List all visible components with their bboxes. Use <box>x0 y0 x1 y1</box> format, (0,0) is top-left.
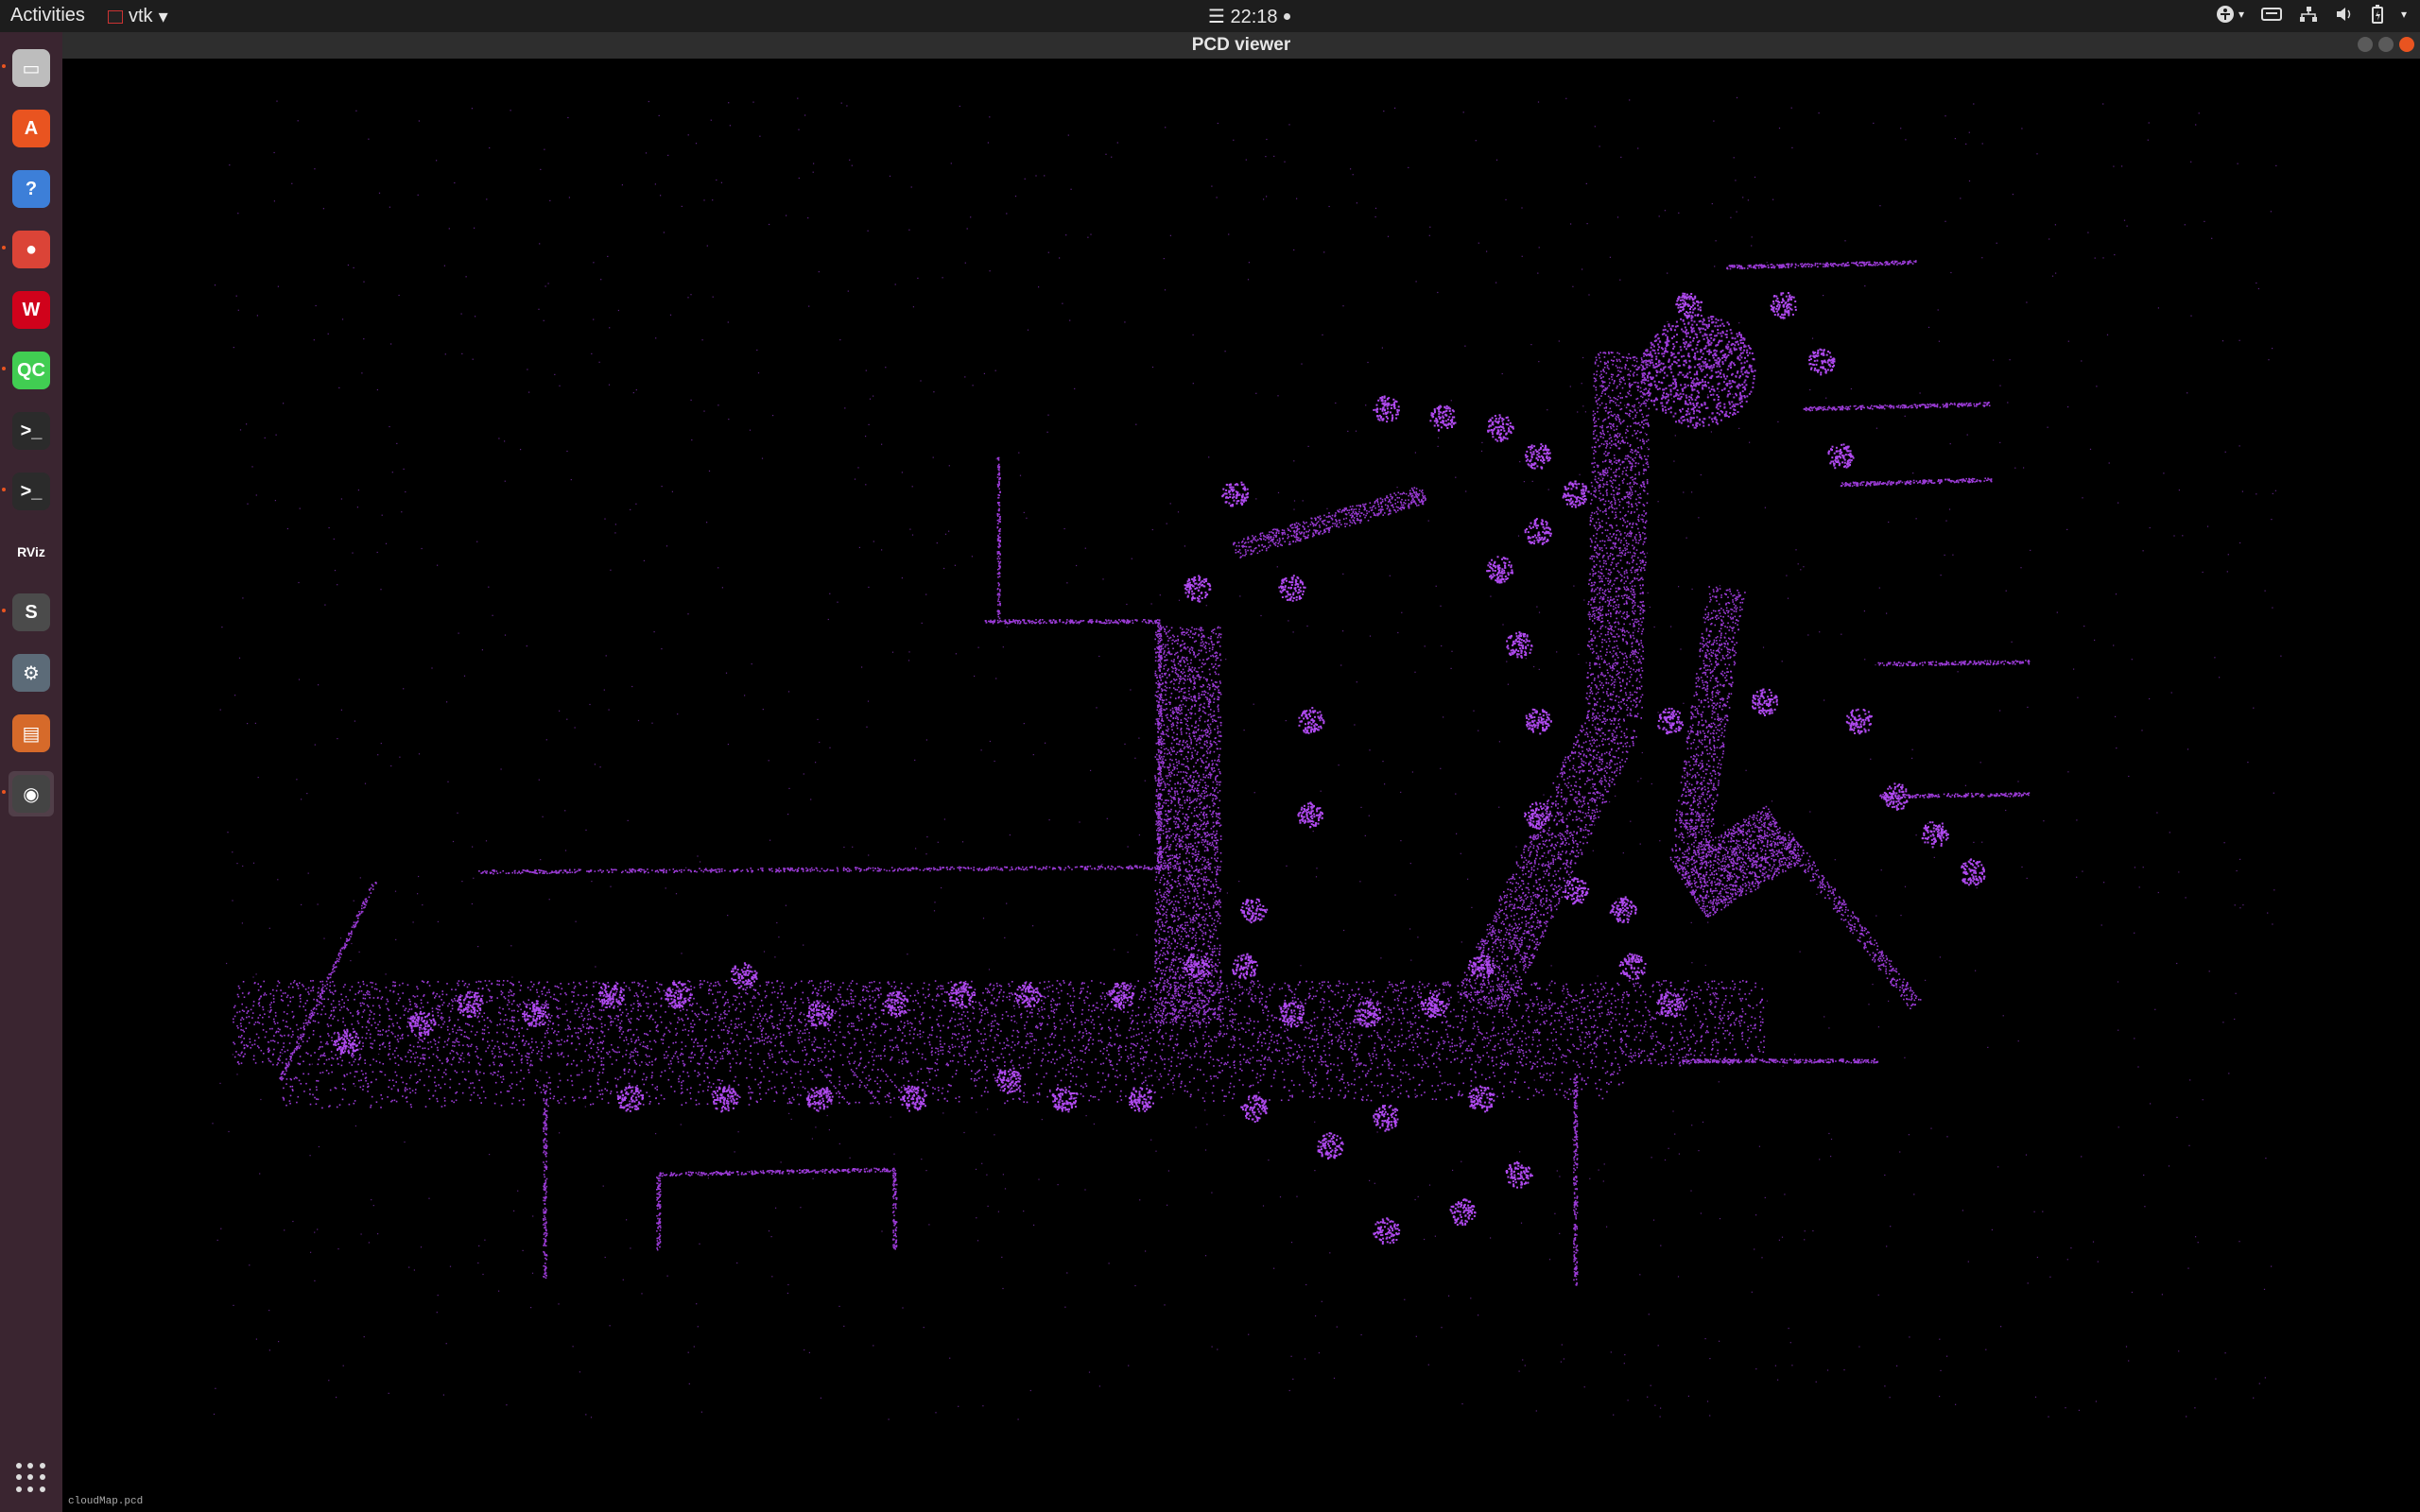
files-icon: ▭ <box>12 49 50 87</box>
running-indicator-icon <box>2 246 6 249</box>
terminal-icon: >_ <box>12 472 50 510</box>
running-indicator-icon <box>2 790 6 794</box>
wps-icon: W <box>12 291 50 329</box>
network-icon[interactable] <box>2299 6 2318 23</box>
terminal-icon: >_ <box>12 412 50 450</box>
minimize-button[interactable] <box>2358 37 2373 52</box>
dock-item[interactable]: QC <box>2 348 54 393</box>
dock-item[interactable]: ⚙ <box>9 650 54 696</box>
window-controls <box>2358 37 2414 52</box>
notification-dot-icon <box>1283 13 1290 20</box>
running-indicator-icon <box>2 64 6 68</box>
window-title: PCD viewer <box>62 35 2420 56</box>
top-bar: Activities vtk ▾ ☰ 22:18 ▾ ▾ <box>0 0 2420 32</box>
settings-icon: ⚙ <box>12 654 50 692</box>
running-indicator-icon <box>2 488 6 491</box>
clock[interactable]: ☰ 22:18 <box>1208 5 1290 28</box>
running-indicator-icon <box>2 609 6 612</box>
vtk-app-icon <box>108 9 123 24</box>
dock-item[interactable]: W <box>9 287 54 333</box>
dock-item[interactable]: >_ <box>9 408 54 454</box>
point-cloud-render <box>212 96 2282 1420</box>
system-tray: ▾ ▾ <box>2216 5 2407 24</box>
dock: ▭ A? ● W QC >_ >_ RViz S ⚙ ▤ ◉ <box>0 32 62 1512</box>
dock-item[interactable]: >_ <box>2 469 54 514</box>
point-cloud-points <box>212 96 2282 1420</box>
window-titlebar[interactable]: PCD viewer <box>62 32 2420 59</box>
clock-label: ☰ 22:18 <box>1208 5 1278 28</box>
point-cloud-viewport[interactable]: cloudMap.pcd <box>62 59 2420 1512</box>
maximize-button[interactable] <box>2378 37 2394 52</box>
dock-item[interactable]: ▭ <box>2 45 54 91</box>
dock-item[interactable]: A <box>9 106 54 151</box>
chevron-down-icon: ▾ <box>159 5 168 28</box>
power-menu-chevron-icon[interactable]: ▾ <box>2401 8 2407 21</box>
rviz-icon: RViz <box>12 533 50 571</box>
dock-item[interactable]: RViz <box>9 529 54 575</box>
app-menu[interactable]: vtk ▾ <box>108 5 168 28</box>
dock-item[interactable]: S <box>2 590 54 635</box>
dock-item[interactable]: ◉ <box>2 771 54 816</box>
software-center-icon: A <box>12 110 50 147</box>
activities-button[interactable]: Activities <box>10 5 85 26</box>
dock-item[interactable]: ? <box>9 166 54 212</box>
volume-icon[interactable] <box>2335 6 2354 23</box>
close-button[interactable] <box>2399 37 2414 52</box>
file-caption: cloudMap.pcd <box>68 1496 143 1507</box>
pcd-viewer-icon: ◉ <box>12 775 50 813</box>
show-applications-icon[interactable] <box>16 1463 46 1493</box>
archive-icon: ▤ <box>12 714 50 752</box>
dock-item[interactable]: ▤ <box>9 711 54 756</box>
dock-item[interactable]: ● <box>2 227 54 272</box>
keyboard-icon[interactable] <box>2260 7 2282 22</box>
chrome-icon: ● <box>12 231 50 268</box>
sublime-icon: S <box>12 593 50 631</box>
battery-icon[interactable] <box>2371 5 2384 24</box>
help-icon: ? <box>12 170 50 208</box>
accessibility-icon[interactable]: ▾ <box>2216 5 2244 24</box>
running-indicator-icon <box>2 367 6 370</box>
qt-creator-icon: QC <box>12 352 50 389</box>
app-menu-label: vtk <box>129 6 153 27</box>
